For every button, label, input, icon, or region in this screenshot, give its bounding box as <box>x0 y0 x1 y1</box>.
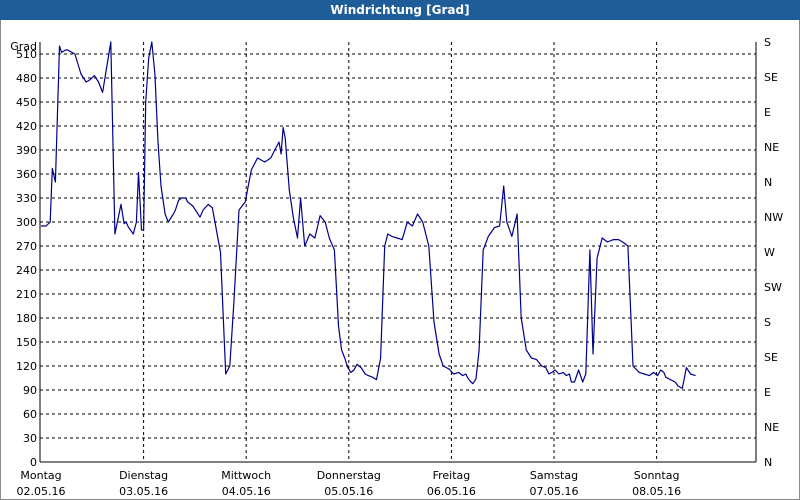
direction-label: SW <box>764 281 782 294</box>
y-tick-label: 120 <box>16 360 37 373</box>
x-tick-label-day: Sonntag <box>634 469 680 482</box>
y-tick-label: 210 <box>16 288 37 301</box>
series-lines <box>41 41 696 389</box>
y-tick-label: 360 <box>16 168 37 181</box>
y-tick-label: 180 <box>16 312 37 325</box>
y-tick-label: 90 <box>23 384 37 397</box>
direction-label: N <box>764 176 772 189</box>
chart-canvas: Grad 03060901201501802102402703003303603… <box>10 36 783 498</box>
y-tick-label: 240 <box>16 264 37 277</box>
horizontal-gridlines <box>40 53 756 439</box>
y-tick-label: 300 <box>16 216 37 229</box>
direction-label: E <box>764 386 771 399</box>
x-tick-label-day: Dienstag <box>119 469 168 482</box>
y-tick-label: 450 <box>16 96 37 109</box>
direction-label: NE <box>764 141 779 154</box>
direction-label: NW <box>764 211 783 224</box>
y-tick-label: 0 <box>30 456 37 469</box>
direction-label: S <box>764 36 771 49</box>
x-tick-label-date: 08.05.16 <box>632 485 681 498</box>
x-tick-label-date: 02.05.16 <box>17 485 66 498</box>
x-tick-label-date: 07.05.16 <box>530 485 579 498</box>
y-tick-label: 330 <box>16 192 37 205</box>
y-tick-label: 420 <box>16 120 37 133</box>
direction-label: S <box>764 316 771 329</box>
y-tick-label: 510 <box>16 48 37 61</box>
series-line <box>41 41 696 389</box>
y-tick-label: 390 <box>16 144 37 157</box>
x-tick-label-day: Freitag <box>433 469 471 482</box>
plot-axes <box>39 42 757 463</box>
y-tick-label: 480 <box>16 72 37 85</box>
y-tick-label: 270 <box>16 240 37 253</box>
direction-labels: S SE E NE N NW W SW S SE E NE N <box>764 36 783 469</box>
x-tick-label-date: 03.05.16 <box>119 485 168 498</box>
y-tick-label: 150 <box>16 336 37 349</box>
direction-label: NE <box>764 421 779 434</box>
y-tick-label: 60 <box>23 408 37 421</box>
x-tick-label-day: Samstag <box>530 469 578 482</box>
y-tick-label: 30 <box>23 432 37 445</box>
direction-label: N <box>764 456 772 469</box>
chart-window: Windrichtung [Grad] Grad 0 30 60 90 120 150 18… <box>0 0 800 500</box>
direction-label: SE <box>764 351 778 364</box>
x-tick-label-date: 04.05.16 <box>222 485 271 498</box>
direction-label: SE <box>764 71 778 84</box>
x-tick-label-day: Donnerstag <box>317 469 381 482</box>
x-tick-label-date: 05.05.16 <box>324 485 373 498</box>
direction-label: E <box>764 106 771 119</box>
direction-label: W <box>764 246 775 259</box>
x-tick-label-date: 06.05.16 <box>427 485 476 498</box>
x-tick-labels: Montag 02.05.16 Dienstag 03.05.16 Mittwoch 04… <box>17 469 682 498</box>
y-tick-labels: 0 30 60 90 120 150 180 210 240 270 300 330 360 390 420… <box>16 48 37 469</box>
x-tick-label-day: Montag <box>20 469 61 482</box>
x-tick-label-day: Mittwoch <box>221 469 271 482</box>
